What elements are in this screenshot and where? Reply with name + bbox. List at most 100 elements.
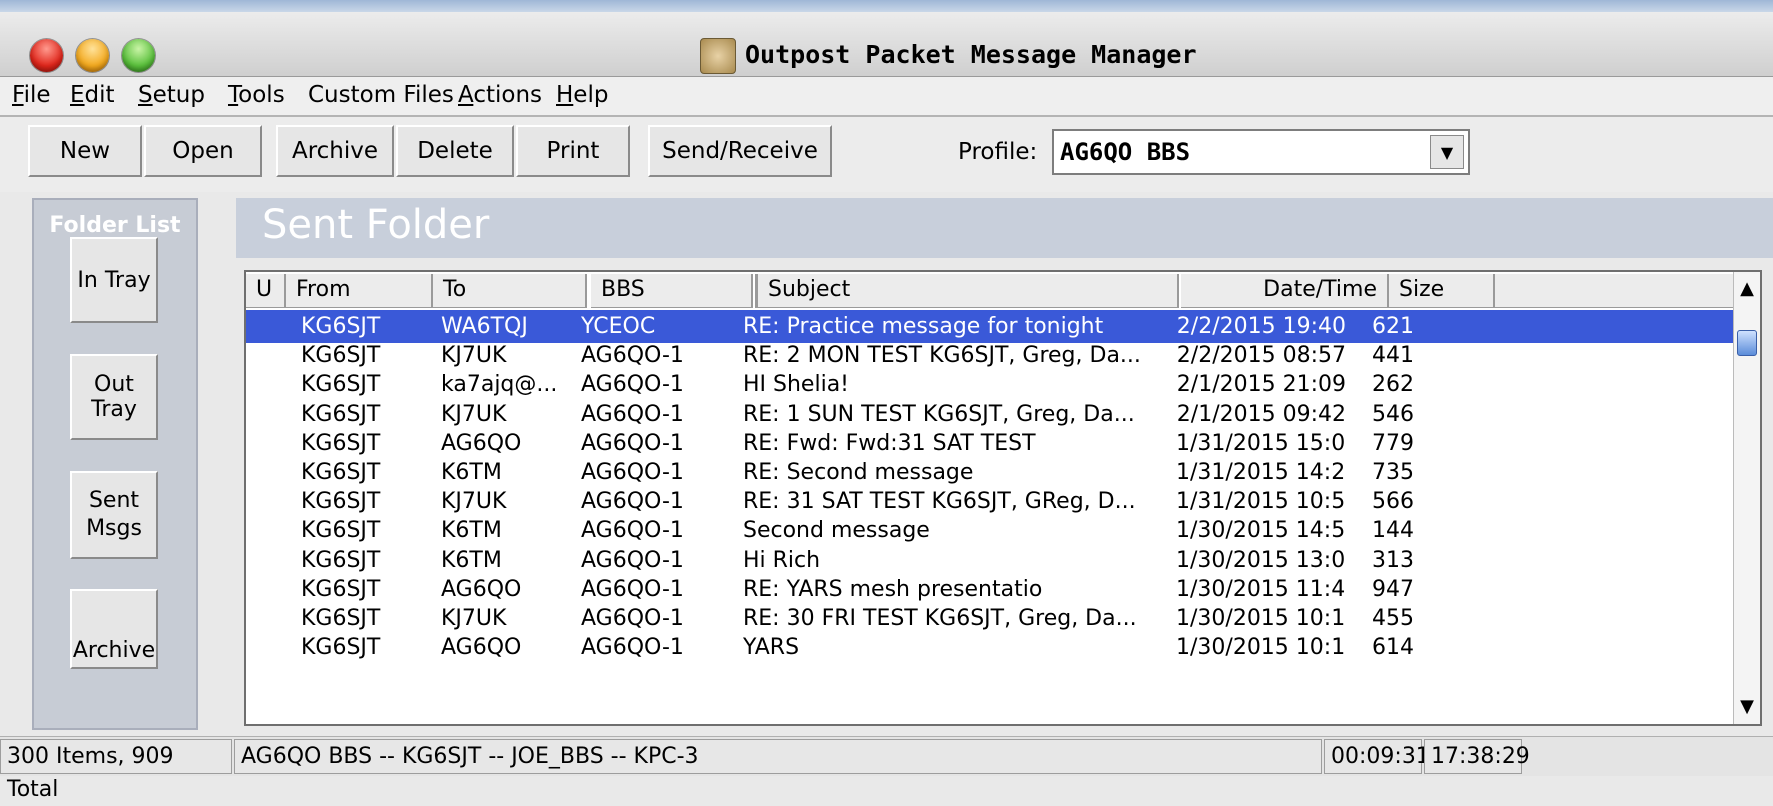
cell-subject: RE: 2 MON TEST KG6SJT, Greg, Da... (743, 343, 1141, 369)
cell-datetime: 1/30/2015 14:51 (1176, 518, 1346, 544)
cell-from: KG6SJT (301, 430, 381, 456)
send-receive-button[interactable]: Send/Receive (648, 125, 832, 177)
cell-from: KG6SJT (301, 547, 381, 573)
cell-subject: RE: YARS mesh presentatio (743, 576, 1043, 602)
in-tray-button[interactable]: In Tray (70, 237, 158, 323)
message-row[interactable]: KG6SJT AG6QO AG6QO-1 YARS 1/30/2015 10:10 614 (246, 631, 1736, 664)
message-row[interactable]: KG6SJT WA6TQJ YCEOC RE: Practice message fo… (246, 310, 1736, 343)
cell-to: K6TM (441, 460, 502, 485)
message-row[interactable]: KG6SJT AG6QO AG6QO-1 RE: Fwd: Fwd:31 SAT TE… (246, 427, 1736, 460)
column-header-to[interactable]: To (431, 274, 587, 308)
status-clock: 17:38:29 (1424, 739, 1530, 774)
cell-to: AG6QO (441, 576, 522, 602)
cell-bbs: YCEOC (581, 314, 656, 339)
cell-size: 735 (1372, 460, 1414, 485)
print-button[interactable]: Print (516, 125, 630, 177)
cell-size: 546 (1372, 401, 1414, 427)
menu-setup[interactable]: Setup (138, 82, 205, 108)
cell-datetime: 1/30/2015 10:18 (1176, 606, 1346, 631)
cell-bbs: AG6QO-1 (581, 343, 684, 369)
cell-to: AG6QO (441, 430, 522, 456)
scroll-up-arrow-icon[interactable]: ▲ (1734, 274, 1760, 304)
cell-datetime: 1/30/2015 10:10 (1176, 635, 1346, 661)
message-row[interactable]: KG6SJT KJ7UK AG6QO-1 RE: 1 SUN TEST KG6SJT,… (246, 398, 1736, 431)
cell-size: 566 (1372, 489, 1414, 515)
minimize-window-button[interactable] (76, 39, 109, 72)
cell-size: 262 (1372, 372, 1414, 398)
cell-size: 779 (1372, 430, 1414, 456)
menu-bar: File Edit Setup Tools Custom Files Actio… (0, 77, 1773, 117)
cell-from: KG6SJT (301, 460, 381, 485)
chevron-down-icon[interactable]: ▼ (1430, 135, 1464, 169)
new-button[interactable]: New (28, 125, 142, 177)
cell-subject: YARS (743, 635, 800, 661)
delete-button[interactable]: Delete (396, 125, 514, 177)
menu-tools[interactable]: Tools (228, 82, 285, 108)
column-header-subject[interactable]: Subject (755, 274, 1179, 308)
folder-list-title: Folder List (49, 213, 181, 238)
message-row[interactable]: KG6SJT ka7ajq@... AG6QO-1 HI Shelia! 2/1/201… (246, 368, 1736, 401)
cell-datetime: 1/31/2015 14:26 (1176, 460, 1346, 485)
message-row[interactable]: KG6SJT K6TM AG6QO-1 Hi Rich 1/30/2015 13:03 3… (246, 544, 1736, 577)
menu-edit[interactable]: Edit (70, 82, 115, 108)
cell-bbs: AG6QO-1 (581, 401, 684, 427)
message-row[interactable]: KG6SJT KJ7UK AG6QO-1 RE: 31 SAT TEST KG6SJT… (246, 485, 1736, 518)
cell-from: KG6SJT (301, 518, 381, 544)
zoom-window-button[interactable] (122, 39, 155, 72)
cell-subject: RE: Second message (743, 460, 974, 485)
cell-bbs: AG6QO-1 (581, 606, 684, 631)
cell-datetime: 1/31/2015 10:56 (1176, 489, 1346, 515)
column-header-size[interactable]: Size (1389, 274, 1495, 308)
message-row[interactable]: KG6SJT K6TM AG6QO-1 Second message 1/30/2015… (246, 514, 1736, 547)
message-list[interactable]: U From To BBS Subject Date/Time Size KG6… (244, 270, 1762, 726)
folder-list-panel: Folder List In Tray Out Tray Sent Msgs A… (32, 198, 198, 730)
cell-bbs: AG6QO-1 (581, 489, 684, 515)
cell-to: WA6TQJ (441, 314, 528, 339)
menu-custom-files[interactable]: Custom Files (308, 82, 454, 108)
column-header-datetime[interactable]: Date/Time (1181, 274, 1389, 308)
cell-from: KG6SJT (301, 372, 381, 398)
cell-subject: RE: 31 SAT TEST KG6SJT, GReg, D... (743, 489, 1136, 515)
cell-subject: RE: 1 SUN TEST KG6SJT, Greg, Da... (743, 401, 1135, 427)
cell-datetime: 2/1/2015 21:09 (1176, 372, 1346, 398)
profile-select[interactable]: AG6QO BBS ▼ (1052, 129, 1470, 175)
sent-msgs-line2: Msgs (86, 516, 142, 541)
cell-from: KG6SJT (301, 606, 381, 631)
cell-to: KJ7UK (441, 606, 507, 631)
cell-size: 455 (1372, 606, 1414, 631)
vertical-scrollbar[interactable]: ▲ ▼ (1733, 272, 1760, 724)
cell-from: KG6SJT (301, 343, 381, 369)
message-row[interactable]: KG6SJT KJ7UK AG6QO-1 RE: 2 MON TEST KG6SJT,… (246, 339, 1736, 372)
cell-bbs: AG6QO-1 (581, 547, 684, 573)
cell-subject: RE: Practice message for tonight (743, 314, 1104, 339)
close-window-button[interactable] (30, 39, 63, 72)
profile-label: Profile: (958, 139, 1038, 165)
cell-from: KG6SJT (301, 314, 381, 339)
column-header-u[interactable]: U (246, 274, 286, 308)
status-bar: 300 Items, 909 Total AG6QO BBS -- KG6SJT… (0, 736, 1773, 802)
menu-actions[interactable]: Actions (458, 82, 542, 108)
out-tray-button[interactable]: Out Tray (70, 354, 158, 440)
cell-bbs: AG6QO-1 (581, 430, 684, 456)
cell-bbs: AG6QO-1 (581, 372, 684, 398)
message-row[interactable]: KG6SJT KJ7UK AG6QO-1 RE: 30 FRI TEST KG6SJT… (246, 602, 1736, 635)
cell-size: 947 (1372, 576, 1414, 602)
menu-help[interactable]: Help (556, 82, 608, 108)
cell-datetime: 2/2/2015 19:40 (1176, 314, 1346, 339)
cell-size: 614 (1372, 635, 1414, 661)
title-bar: Outpost Packet Message Manager (0, 12, 1773, 77)
cell-size: 441 (1372, 343, 1414, 369)
archive-button[interactable]: Archive (276, 125, 394, 177)
scroll-down-arrow-icon[interactable]: ▼ (1734, 692, 1760, 722)
message-row[interactable]: KG6SJT AG6QO AG6QO-1 RE: YARS mesh presenta… (246, 573, 1736, 606)
menu-file[interactable]: File (12, 82, 51, 108)
cell-size: 621 (1372, 314, 1414, 339)
cell-datetime: 2/2/2015 08:57 (1176, 343, 1346, 369)
archive-folder-button[interactable]: Archive (70, 589, 158, 669)
message-row[interactable]: KG6SJT K6TM AG6QO-1 RE: Second message 1/31/… (246, 456, 1736, 489)
column-header-bbs[interactable]: BBS (591, 274, 753, 308)
scroll-thumb[interactable] (1737, 330, 1757, 356)
cell-subject: RE: 30 FRI TEST KG6SJT, Greg, Da... (743, 606, 1137, 631)
sent-msgs-button[interactable]: Sent Msgs (70, 471, 158, 559)
open-button[interactable]: Open (144, 125, 262, 177)
